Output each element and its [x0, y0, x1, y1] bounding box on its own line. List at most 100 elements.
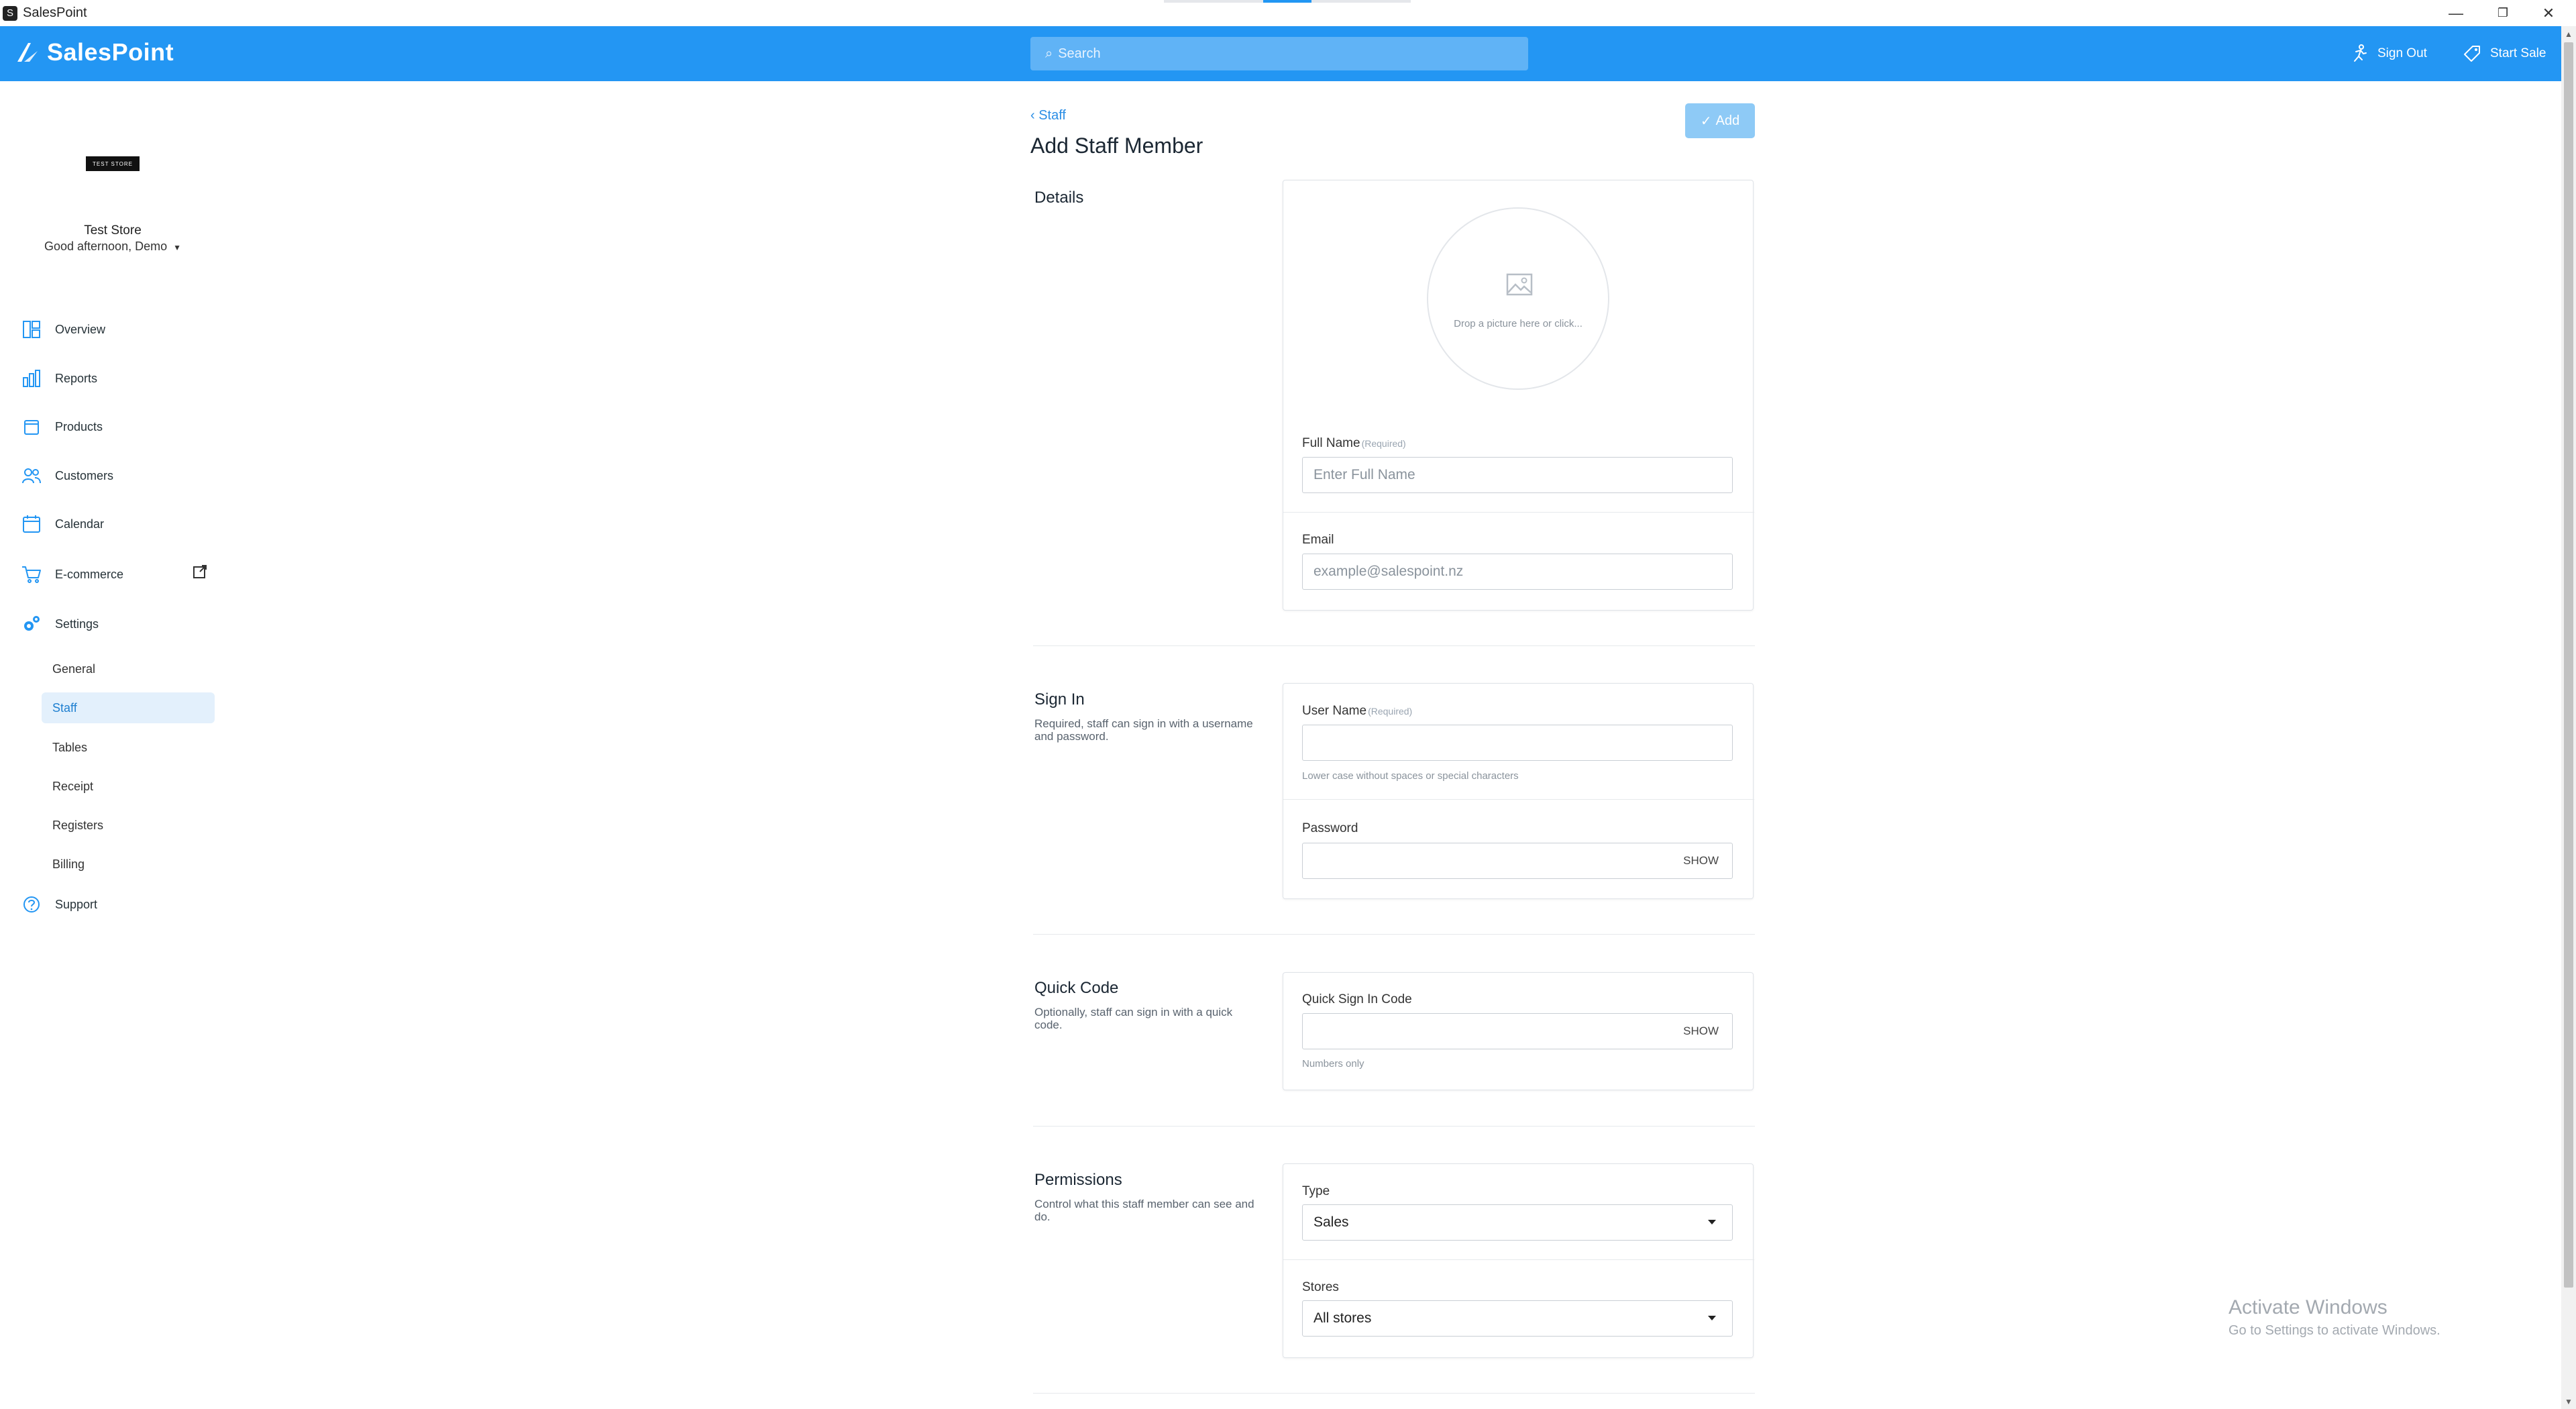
username-label: User Name (Required) [1302, 704, 1413, 718]
add-button[interactable]: ✓ Add [1685, 103, 1755, 138]
sidebar-item-settings[interactable]: Settings [21, 611, 99, 637]
sidebar-subitem-receipt[interactable]: Receipt [42, 771, 215, 802]
activate-windows-title: Activate Windows [2229, 1296, 2387, 1318]
window-title: SalesPoint [23, 5, 87, 20]
bar-chart-icon [23, 370, 40, 387]
sign-in-description: Required, staff can sign in with a usern… [1034, 717, 1253, 743]
email-label: Email [1302, 533, 1334, 547]
sign-out-button[interactable]: Sign Out [2349, 41, 2427, 66]
close-button[interactable]: ✕ [2525, 0, 2572, 26]
show-password-button[interactable]: SHOW [1683, 854, 1719, 868]
scrollbar-thumb[interactable] [2564, 42, 2573, 1288]
scroll-up-arrow-icon[interactable]: ▲ [2561, 28, 2576, 41]
help-circle-icon [23, 896, 40, 912]
email-field[interactable]: example@salespoint.nz [1302, 554, 1733, 590]
password-field[interactable]: SHOW [1302, 843, 1733, 879]
full-name-field[interactable]: Enter Full Name [1302, 457, 1733, 493]
external-link-icon[interactable] [192, 564, 208, 580]
sidebar: TEST STORE Test Store Good afternoon, De… [0, 81, 228, 1409]
sidebar-subitem-tables[interactable]: Tables [42, 732, 215, 763]
scroll-down-arrow-icon[interactable]: ▼ [2561, 1395, 2576, 1408]
sidebar-item-label: Products [55, 419, 103, 433]
permissions-card: Type Sales Stores All stores [1283, 1163, 1754, 1358]
check-icon: ✓ [1700, 113, 1712, 129]
image-icon [1506, 273, 1533, 296]
store-logo: TEST STORE [86, 156, 140, 171]
overview-icon [23, 321, 40, 338]
activate-windows-subtitle: Go to Settings to activate Windows. [2229, 1323, 2440, 1338]
section-divider [1033, 1126, 1755, 1127]
quick-code-field[interactable]: SHOW [1302, 1013, 1733, 1049]
full-name-label: Full Name (Required) [1302, 436, 1406, 450]
dropdown-caret-icon [1708, 1316, 1716, 1320]
sidebar-item-customers[interactable]: Customers [21, 462, 113, 489]
sidebar-item-support[interactable]: Support [21, 891, 97, 918]
sidebar-item-calendar[interactable]: Calendar [21, 511, 104, 537]
greeting-text: Good afternoon, Demo [44, 240, 168, 253]
username-hint: Lower case without spaces or special cha… [1302, 770, 1519, 782]
quick-code-card: Quick Sign In Code SHOW Numbers only [1283, 972, 1754, 1090]
brand-logo[interactable]: SalesPoint [15, 38, 174, 66]
details-section-title: Details [1034, 189, 1084, 207]
type-select[interactable]: Sales [1302, 1204, 1733, 1241]
box-icon [24, 420, 39, 435]
sidebar-item-overview[interactable]: Overview [21, 316, 105, 343]
show-quick-code-button[interactable]: SHOW [1683, 1025, 1719, 1038]
avatar-dropzone[interactable]: Drop a picture here or click... [1427, 207, 1609, 390]
window-titlebar: S SalesPoint — ❐ ✕ [0, 0, 2576, 26]
section-divider [1033, 934, 1755, 935]
gears-icon [24, 616, 40, 631]
start-sale-button[interactable]: Start Sale [2462, 41, 2546, 66]
username-field[interactable] [1302, 725, 1733, 761]
sign-out-label: Sign Out [2377, 46, 2427, 60]
stores-label: Stores [1302, 1280, 1339, 1294]
sidebar-item-ecommerce[interactable]: E-commerce [21, 561, 123, 588]
sidebar-item-label: E-commerce [55, 567, 124, 581]
dropzone-text: Drop a picture here or click... [1454, 318, 1582, 329]
quick-code-description: Optionally, staff can sign in with a qui… [1034, 1006, 1233, 1031]
sign-in-section-title: Sign In [1034, 690, 1085, 709]
back-link[interactable]: ‹ Staff [1030, 108, 1066, 123]
divider [1283, 1259, 1754, 1260]
type-value: Sales [1313, 1214, 1349, 1230]
password-label: Password [1302, 821, 1358, 835]
tag-icon [2464, 46, 2480, 62]
back-link-label: Staff [1038, 108, 1066, 123]
search-placeholder: Search [1058, 46, 1101, 61]
divider [1283, 799, 1754, 800]
restore-button[interactable]: ❐ [2479, 0, 2526, 26]
sidebar-item-label: Support [55, 897, 98, 911]
sidebar-item-label: Calendar [55, 517, 105, 531]
chevron-down-icon: ▼ [173, 243, 182, 252]
greeting-dropdown[interactable]: Good afternoon, Demo ▼ [0, 240, 225, 254]
running-person-icon [2354, 44, 2367, 62]
minimize-button[interactable]: — [2432, 0, 2479, 26]
sidebar-subitem-staff[interactable]: Staff [42, 692, 215, 723]
stores-select[interactable]: All stores [1302, 1300, 1733, 1337]
shopping-cart-icon [22, 566, 41, 583]
users-icon [22, 468, 41, 484]
search-input[interactable]: ⌕ Search [1030, 37, 1528, 70]
divider [1283, 512, 1754, 513]
page-title: Add Staff Member [1030, 134, 1203, 158]
quick-code-label: Quick Sign In Code [1302, 992, 1412, 1006]
type-label: Type [1302, 1184, 1330, 1198]
sidebar-item-label: Overview [55, 322, 106, 336]
sidebar-subitem-billing[interactable]: Billing [42, 849, 215, 880]
app-icon: S [3, 5, 17, 21]
email-placeholder: example@salespoint.nz [1313, 564, 1464, 579]
details-card: Drop a picture here or click... Full Nam… [1283, 180, 1754, 611]
stores-value: All stores [1313, 1310, 1372, 1326]
permissions-section-title: Permissions [1034, 1171, 1122, 1189]
vertical-scrollbar[interactable]: ▲ ▼ [2561, 26, 2576, 1409]
sidebar-item-reports[interactable]: Reports [21, 365, 97, 392]
sidebar-item-products[interactable]: Products [21, 413, 103, 440]
titlebar-tab-indicator [1164, 0, 1411, 3]
calendar-icon [23, 515, 40, 533]
chevron-left-icon: ‹ [1030, 108, 1039, 123]
sidebar-subitem-general[interactable]: General [42, 654, 215, 684]
quick-code-hint: Numbers only [1302, 1058, 1364, 1069]
permissions-description: Control what this staff member can see a… [1034, 1198, 1254, 1223]
salespoint-logo-icon [17, 43, 38, 62]
sidebar-subitem-registers[interactable]: Registers [42, 810, 215, 841]
